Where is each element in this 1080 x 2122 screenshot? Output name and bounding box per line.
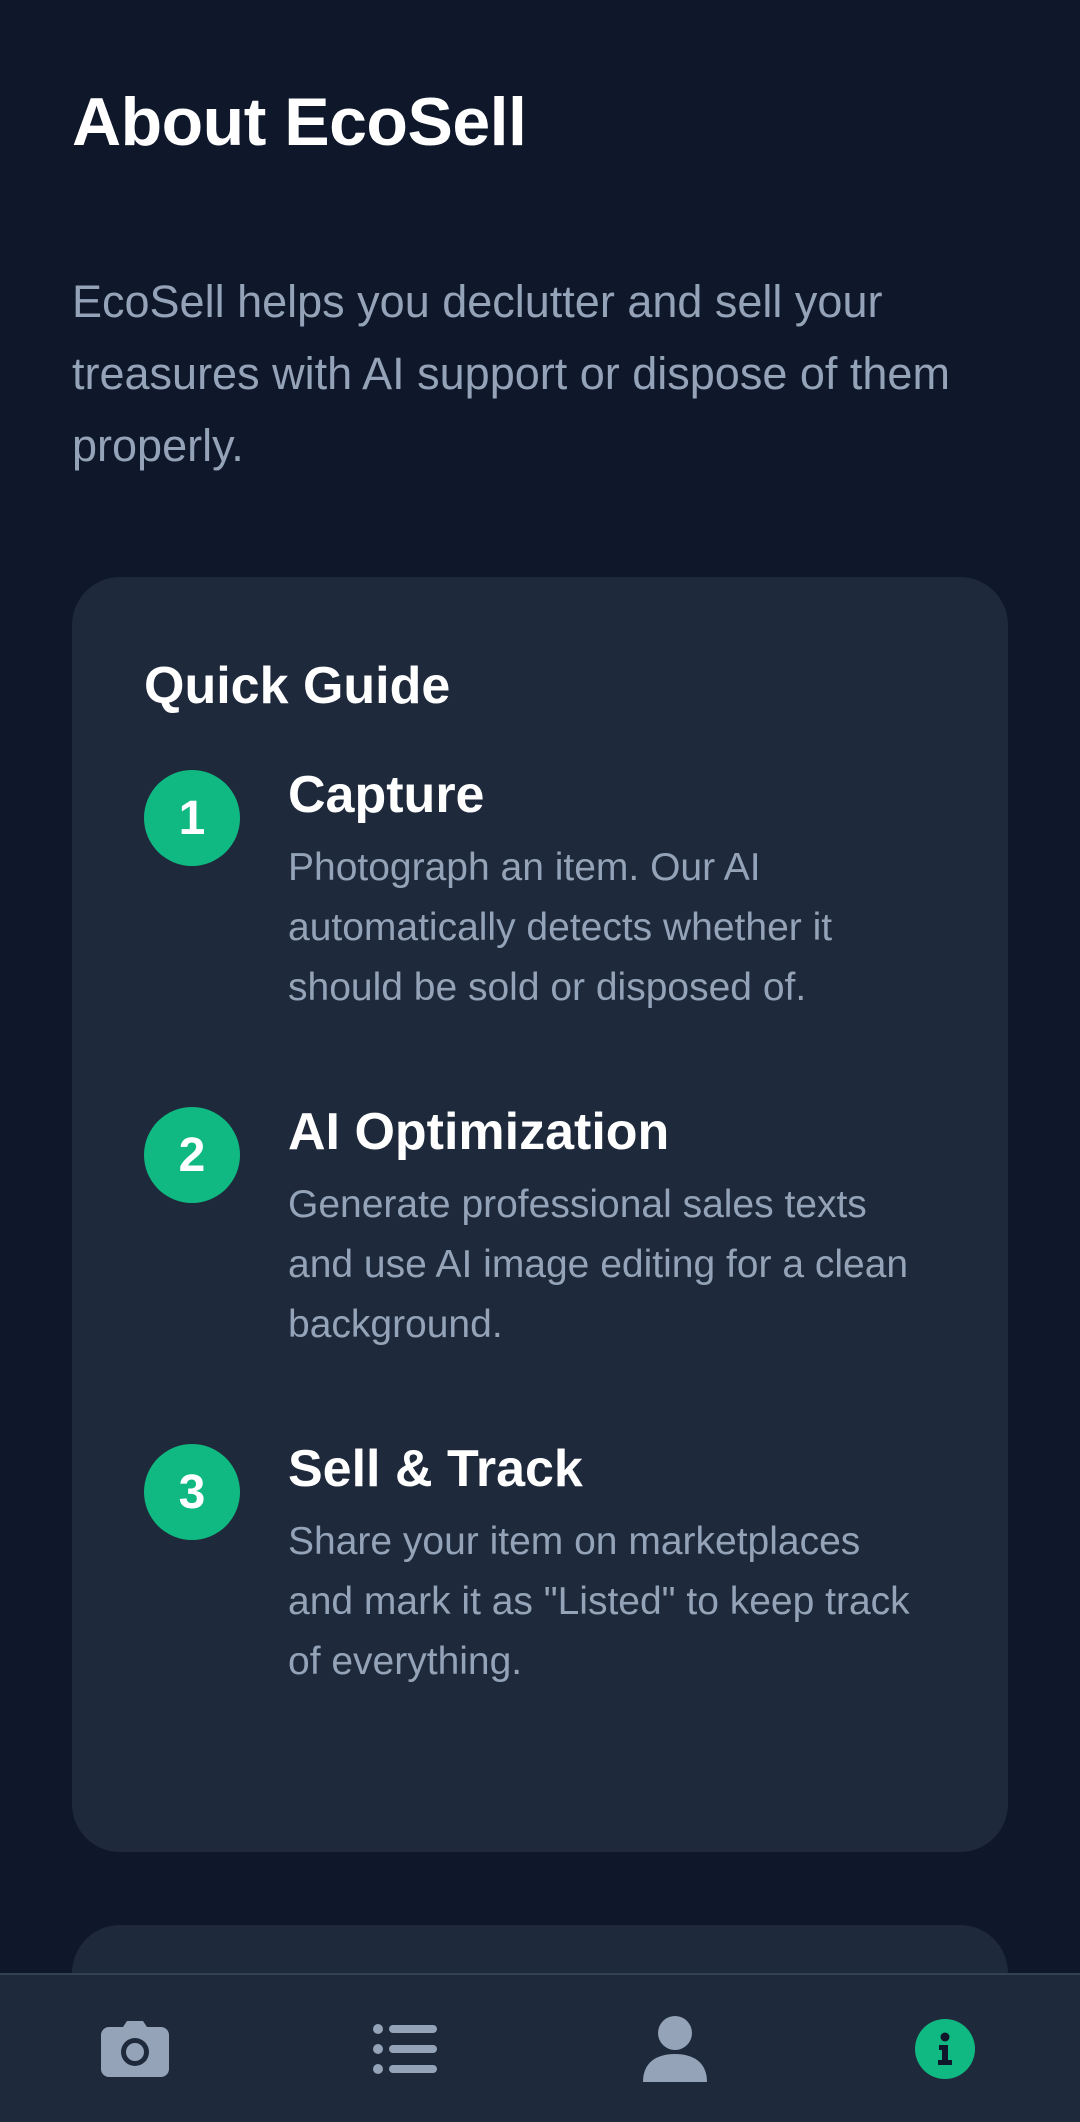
step-description: Share your item on marketplaces and mark… xyxy=(288,1520,910,1683)
step-title: Capture xyxy=(288,766,485,824)
step-number-badge: 3 xyxy=(144,1444,240,1540)
step-description: Generate professional sales texts and us… xyxy=(288,1183,909,1346)
step-number-badge: 2 xyxy=(144,1107,240,1203)
step-number-badge: 1 xyxy=(144,770,240,866)
info-icon xyxy=(915,2018,975,2079)
intro-text: EcoSell helps you declutter and sell you… xyxy=(72,276,950,471)
nav-info[interactable] xyxy=(845,1989,1045,2109)
nav-profile[interactable] xyxy=(575,1989,775,2109)
nav-camera[interactable] xyxy=(35,1989,235,2109)
user-icon xyxy=(643,2015,707,2082)
step-description: Photograph an item. Our AI automatically… xyxy=(288,846,833,1009)
about-screen: About EcoSell EcoSell helps you declutte… xyxy=(0,0,1080,2122)
nav-list[interactable] xyxy=(305,1989,505,2109)
camera-icon xyxy=(101,2020,169,2077)
step-title: Sell & Track xyxy=(288,1440,583,1498)
page-title: About EcoSell xyxy=(72,84,527,160)
bottom-nav xyxy=(0,1973,1080,2122)
list-icon xyxy=(373,2023,437,2074)
step-title: AI Optimization xyxy=(288,1103,670,1161)
quick-guide-title: Quick Guide xyxy=(144,657,451,715)
